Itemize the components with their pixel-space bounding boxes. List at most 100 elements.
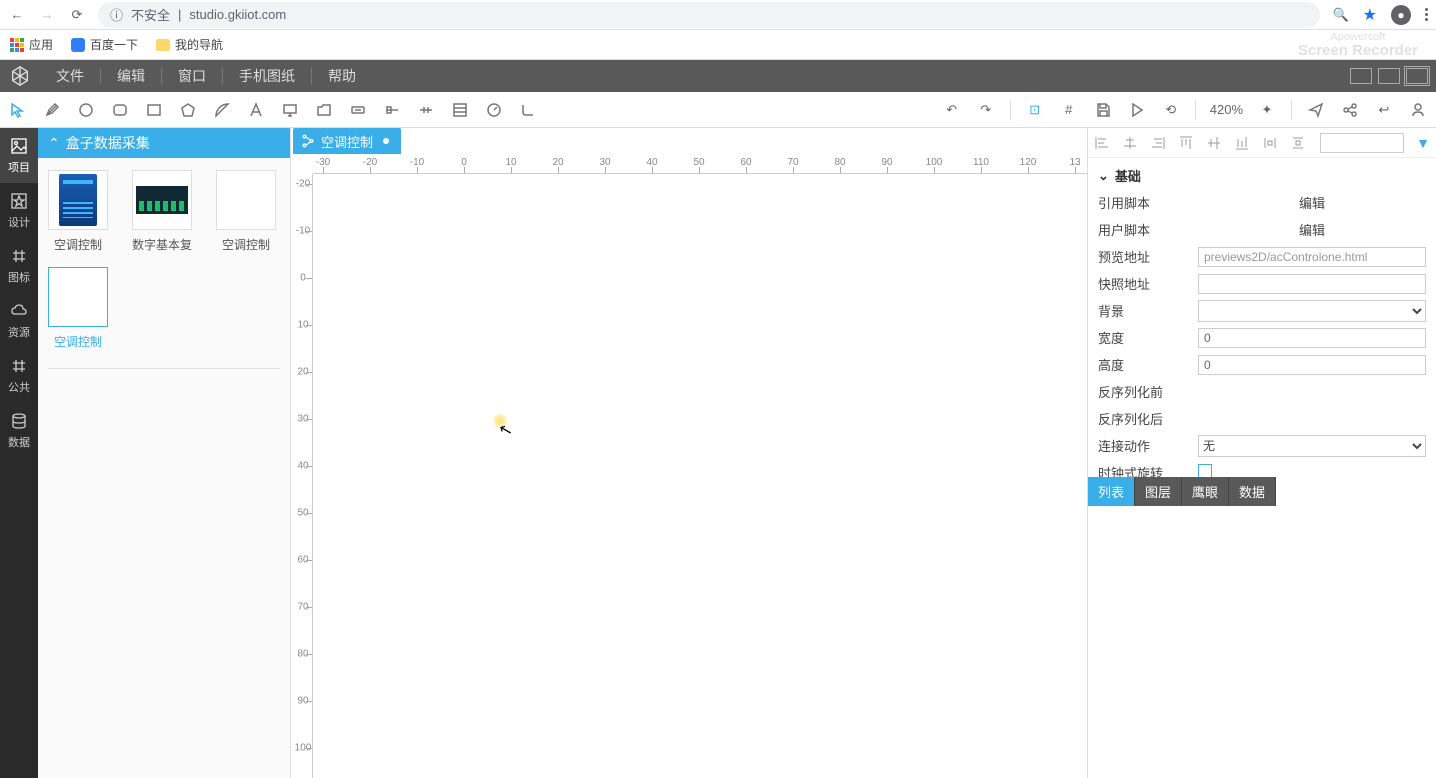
align-left-icon[interactable]: [1094, 135, 1110, 151]
user-icon[interactable]: [1408, 100, 1428, 120]
align-top-icon[interactable]: [1178, 135, 1194, 151]
list-tool[interactable]: [450, 100, 470, 120]
menu-mobile[interactable]: 手机图纸: [223, 60, 311, 92]
project-thumbnail: [132, 170, 192, 230]
bookmark-mynav[interactable]: 我的导航: [156, 36, 223, 53]
project-card-label: 空调控制: [46, 236, 110, 253]
address-bar[interactable]: ⓘ 不安全 | studio.gkiiot.com: [98, 2, 1320, 28]
refresh-button[interactable]: ⟲: [1161, 100, 1181, 120]
polygon-tool[interactable]: [178, 100, 198, 120]
input-tool[interactable]: [416, 100, 436, 120]
distribute-h-icon[interactable]: [1262, 135, 1278, 151]
bookmark-apps[interactable]: 应用: [10, 36, 53, 53]
rounded-rect-tool[interactable]: [110, 100, 130, 120]
separator: |: [178, 7, 181, 22]
save-button[interactable]: [1093, 100, 1113, 120]
rect-tool[interactable]: [144, 100, 164, 120]
menu-edit[interactable]: 编辑: [101, 60, 161, 92]
user-script-edit[interactable]: 编辑: [1198, 220, 1426, 239]
profile-avatar[interactable]: ●: [1391, 5, 1411, 25]
redo-button[interactable]: ↷: [976, 100, 996, 120]
reload-button[interactable]: ⟳: [68, 6, 86, 24]
vertical-ruler[interactable]: -20-100102030405060708090100: [291, 174, 313, 778]
align-middle-icon[interactable]: [1206, 135, 1222, 151]
back-icon[interactable]: ↩: [1374, 100, 1394, 120]
screen-tool[interactable]: [280, 100, 300, 120]
navrail-project[interactable]: 项目: [0, 128, 38, 183]
project-panel-header[interactable]: ⌃ 盒子数据采集: [38, 128, 290, 158]
target-icon[interactable]: ✦: [1257, 100, 1277, 120]
preview-url-input[interactable]: [1198, 247, 1426, 267]
horizontal-ruler[interactable]: -30-20-10010203040506070809010011012013: [313, 154, 1087, 174]
project-card[interactable]: 数字基本复: [130, 170, 194, 253]
select-tool[interactable]: [8, 100, 28, 120]
forward-button[interactable]: →: [38, 6, 56, 24]
navrail-resources[interactable]: 资源: [0, 293, 38, 348]
menu-help[interactable]: 帮助: [312, 60, 372, 92]
window-btn-2[interactable]: [1378, 68, 1400, 84]
menu-file[interactable]: 文件: [40, 60, 100, 92]
circle-tool[interactable]: [76, 100, 96, 120]
nav-rail: 项目 设计 图标 资源 公共 数据: [0, 128, 38, 778]
gauge-tool[interactable]: [484, 100, 504, 120]
toggle-ruler[interactable]: ⊡: [1025, 100, 1045, 120]
navrail-data[interactable]: 数据: [0, 403, 38, 458]
chrome-menu-icon[interactable]: [1425, 8, 1428, 21]
bookmark-star-icon[interactable]: ★: [1363, 5, 1377, 25]
tab-layers[interactable]: 图层: [1135, 477, 1182, 506]
snapshot-url-input[interactable]: [1198, 274, 1426, 294]
ref-script-edit[interactable]: 编辑: [1198, 193, 1426, 212]
pen-tool[interactable]: [42, 100, 62, 120]
props-bottom-tabs: 列表 图层 鹰眼 数据: [1088, 477, 1276, 506]
window-btn-fullscreen[interactable]: [1406, 68, 1428, 84]
background-select[interactable]: [1198, 300, 1426, 322]
connect-action-select[interactable]: 无: [1198, 435, 1426, 457]
project-card[interactable]: 空调控制: [46, 267, 110, 350]
tab-list[interactable]: 列表: [1088, 477, 1135, 506]
toggle-grid[interactable]: #: [1059, 100, 1079, 120]
pipe-tool[interactable]: [518, 100, 538, 120]
tab-tool[interactable]: [314, 100, 334, 120]
align-bottom-icon[interactable]: [1234, 135, 1250, 151]
align-right-icon[interactable]: [1150, 135, 1166, 151]
align-search-input[interactable]: [1320, 133, 1404, 153]
slider-tool[interactable]: [382, 100, 402, 120]
zoom-level[interactable]: 420%: [1210, 102, 1243, 117]
props-section-basic[interactable]: ⌄ 基础: [1088, 162, 1436, 189]
text-tool[interactable]: [246, 100, 266, 120]
bookmark-label: 百度一下: [90, 36, 138, 53]
button-tool[interactable]: [348, 100, 368, 120]
bookmark-baidu[interactable]: 百度一下: [71, 36, 138, 53]
project-card[interactable]: 空调控制: [46, 170, 110, 253]
tab-eagle[interactable]: 鹰眼: [1182, 477, 1229, 506]
navrail-public[interactable]: 公共: [0, 348, 38, 403]
grid-icon: [9, 246, 29, 266]
zoom-icon[interactable]: 🔍: [1332, 7, 1348, 23]
undo-button[interactable]: ↶: [942, 100, 962, 120]
share-icon[interactable]: [1340, 100, 1360, 120]
navrail-design[interactable]: 设计: [0, 183, 38, 238]
document-tab[interactable]: 空调控制: [293, 128, 401, 154]
send-icon[interactable]: [1306, 100, 1326, 120]
arc-tool[interactable]: [212, 100, 232, 120]
distribute-v-icon[interactable]: [1290, 135, 1306, 151]
unsaved-dot-icon: [383, 138, 389, 144]
cloud-icon: [9, 301, 29, 321]
width-input[interactable]: [1198, 328, 1426, 348]
project-panel: ⌃ 盒子数据采集 空调控制数字基本复空调控制空调控制: [38, 128, 291, 778]
app-logo[interactable]: [0, 60, 40, 92]
tree-icon: [301, 134, 315, 148]
menu-window[interactable]: 窗口: [162, 60, 222, 92]
canvas[interactable]: ↖: [313, 174, 1087, 778]
height-input[interactable]: [1198, 355, 1426, 375]
grid2-icon: [9, 356, 29, 376]
window-btn-1[interactable]: [1350, 68, 1372, 84]
play-button[interactable]: [1127, 100, 1147, 120]
navrail-icons[interactable]: 图标: [0, 238, 38, 293]
align-center-icon[interactable]: [1122, 135, 1138, 151]
tab-data[interactable]: 数据: [1229, 477, 1276, 506]
clock-rotate-checkbox[interactable]: [1198, 464, 1212, 478]
back-button[interactable]: ←: [8, 6, 26, 24]
filter-icon[interactable]: ▼: [1416, 135, 1430, 151]
project-card[interactable]: 空调控制: [214, 170, 278, 253]
